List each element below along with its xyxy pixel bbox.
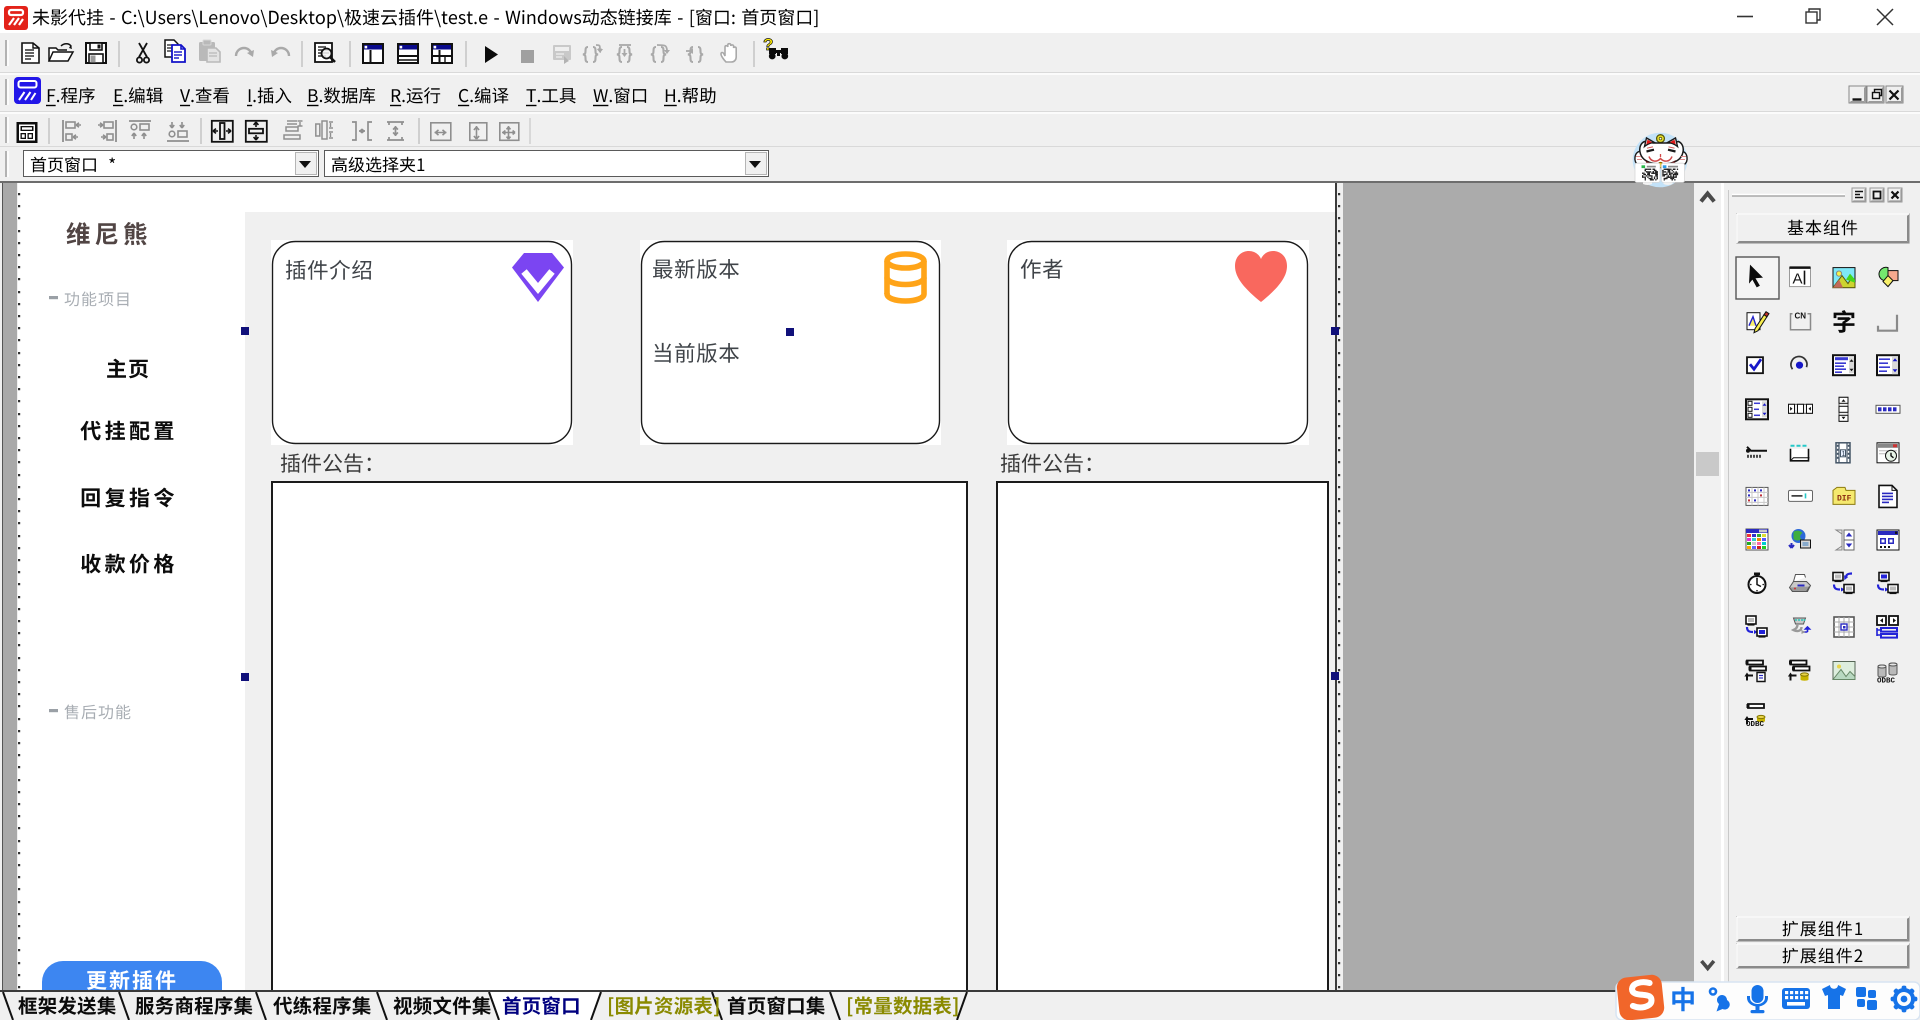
svg-text:CN: CN — [1795, 312, 1807, 321]
svg-text:ODBC: ODBC — [1877, 678, 1896, 686]
svg-text:1: 1 — [1842, 451, 1846, 458]
svg-text:A: A — [1793, 271, 1803, 288]
svg-text:ODBC: ODBC — [1746, 721, 1765, 729]
svg-text:DIF: DIF — [1837, 494, 1852, 503]
